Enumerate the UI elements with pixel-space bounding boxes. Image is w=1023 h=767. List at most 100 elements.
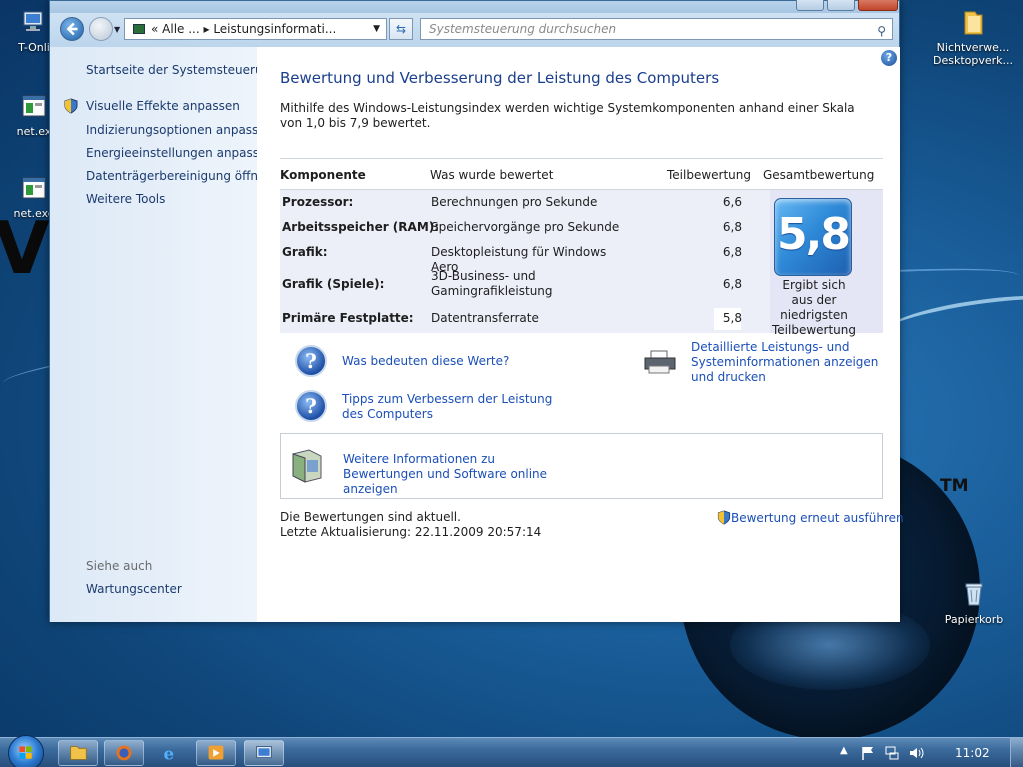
media-player-icon (208, 745, 224, 760)
see-also-heading: Siehe auch (86, 559, 153, 573)
score-table: Komponente Was wurde bewertet Teilbewert… (280, 158, 883, 337)
sidebar-item-indizierungsoptionen[interactable]: Indizierungsoptionen anpassen (86, 123, 273, 137)
component-description: Datentransferrate (431, 311, 539, 325)
taskbar-control-panel-button[interactable] (244, 740, 284, 766)
address-row: ▼ « Alle ... ▸ Leistungsinformati... ▼ ⇆… (50, 13, 899, 47)
component-name: Grafik: (282, 245, 328, 259)
component-description: 3D-Business- und Gamingrafikleistung (431, 269, 553, 298)
col-header-teilbewertung: Teilbewertung (667, 168, 752, 182)
component-score: 6,6 (722, 195, 742, 209)
link-what-values-mean[interactable]: Was bedeuten diese Werte? (342, 354, 509, 369)
link-detailed-info[interactable]: Detaillierte Leistungs- und Systeminform… (691, 340, 891, 385)
intro-text: Mithilfe des Windows-Leistungsindex werd… (280, 101, 855, 130)
status-line-2: Letzte Aktualisierung: 22.11.2009 20:57:… (280, 525, 542, 539)
component-description: Berechnungen pro Sekunde (431, 195, 598, 209)
address-bar[interactable]: « Alle ... ▸ Leistungsinformati... ▼ (124, 18, 387, 40)
uac-shield-icon (64, 98, 78, 114)
network-computer-icon (23, 11, 43, 31)
network-icon[interactable] (884, 745, 900, 761)
desktop-icon-label: Papierkorb (944, 613, 1004, 626)
component-score: 6,8 (722, 220, 742, 234)
firefox-icon (116, 745, 132, 761)
control-panel-icon (133, 24, 145, 34)
base-score-value: 5,8 (777, 209, 851, 260)
close-button[interactable] (858, 0, 898, 11)
history-dropdown-icon[interactable]: ▼ (114, 25, 120, 34)
exe-window-icon (22, 95, 46, 117)
sidebar: Startseite der Systemsteuerung Visuelle … (50, 47, 278, 622)
component-name: Prozessor: (282, 195, 354, 209)
sidebar-item-energieeinstellungen[interactable]: Energieeinstellungen anpassen (86, 146, 274, 160)
taskbar-explorer-button[interactable] (58, 740, 98, 766)
component-score: 6,8 (722, 277, 742, 291)
back-button[interactable] (60, 17, 84, 41)
base-score-badge: 5,8 (774, 198, 852, 276)
address-path: « Alle ... ▸ Leistungsinformati... (151, 22, 337, 36)
folder-icon (70, 746, 87, 760)
software-box-icon (292, 449, 322, 483)
rerun-label: Bewertung erneut ausführen (731, 511, 904, 525)
desktop-icon-folder[interactable]: Nichtverwe... Desktopverk... (933, 8, 1013, 67)
col-header-gesamtbewertung: Gesamtbewertung (763, 168, 875, 182)
sidebar-item-datentraegerbereinigung[interactable]: Datenträgerbereinigung öffnen (86, 169, 273, 183)
sidebar-item-startseite[interactable]: Startseite der Systemsteuerung (86, 63, 278, 77)
desktop-icon-label: Nichtverwe... Desktopverk... (933, 41, 1014, 67)
svg-text:e: e (164, 743, 175, 763)
control-panel-icon (256, 746, 272, 759)
window-titlebar[interactable] (50, 0, 899, 13)
component-score: 5,8 (722, 311, 742, 325)
maximize-button[interactable] (827, 0, 855, 11)
printer-icon (644, 350, 676, 374)
more-info-box: Weitere Informationen zu Bewertungen und… (280, 433, 883, 499)
taskbar-firefox-button[interactable] (104, 740, 144, 766)
search-icon[interactable]: ⚲ (877, 21, 886, 41)
col-header-komponente: Komponente (280, 168, 366, 182)
sidebar-item-visuelle-effekte[interactable]: Visuelle Effekte anpassen (86, 99, 240, 113)
page-title: Bewertung und Verbesserung der Leistung … (280, 69, 720, 87)
component-description: Speichervorgänge pro Sekunde (431, 220, 620, 234)
taskbar: e ▲ 11:02 (0, 735, 1023, 767)
refresh-button[interactable]: ⇆ (389, 18, 413, 40)
desktop-icon-recycle-bin[interactable]: Papierkorb (934, 580, 1014, 626)
show-desktop-button[interactable] (1010, 738, 1023, 767)
rerun-assessment-link[interactable]: Bewertung erneut ausführen (717, 510, 904, 525)
help-icon[interactable]: ? (881, 50, 897, 66)
address-dropdown-icon[interactable]: ▼ (373, 19, 380, 39)
table-header: Komponente Was wurde bewertet Teilbewert… (280, 158, 883, 190)
component-name: Arbeitsspeicher (RAM): (282, 220, 440, 234)
table-body: Prozessor: Berechnungen pro Sekunde 6,6 … (280, 190, 883, 337)
component-name: Primäre Festplatte: (282, 311, 414, 325)
base-score-note: Ergibt sich aus der niedrigsten Teilbewe… (771, 278, 856, 337)
show-hidden-icons-icon[interactable]: ▲ (840, 745, 848, 756)
question-icon: ? (295, 345, 327, 377)
search-placeholder: Systemsteuerung durchsuchen (429, 22, 617, 36)
taskbar-ie-button[interactable]: e (150, 740, 190, 766)
question-icon: ? (295, 390, 327, 422)
start-button[interactable] (8, 735, 44, 767)
forward-button[interactable] (89, 17, 113, 41)
minimize-button[interactable] (796, 0, 824, 11)
exe-window-icon (22, 177, 46, 199)
arrow-left-icon (66, 22, 78, 36)
internet-explorer-icon: e (164, 743, 175, 763)
component-score: 6,8 (722, 245, 742, 259)
link-more-info[interactable]: Weitere Informationen zu Bewertungen und… (343, 452, 573, 497)
control-panel-window: ▼ « Alle ... ▸ Leistungsinformati... ▼ ⇆… (49, 0, 904, 622)
base-score-panel: 5,8 Ergibt sich aus der niedrigsten Teil… (770, 190, 883, 337)
desktop-tm-mark: TM (940, 476, 969, 496)
taskbar-media-player-button[interactable] (196, 740, 236, 766)
taskbar-clock[interactable]: 11:02 (955, 746, 990, 760)
component-name: Grafik (Spiele): (282, 277, 385, 291)
sidebar-item-weitere-tools[interactable]: Weitere Tools (86, 192, 165, 206)
uac-shield-icon (717, 510, 731, 525)
status-line-1: Die Bewertungen sind aktuell. (280, 510, 461, 524)
search-input[interactable]: Systemsteuerung durchsuchen ⚲ (420, 18, 893, 40)
volume-icon[interactable] (908, 745, 926, 761)
action-center-flag-icon[interactable] (860, 745, 876, 761)
windows-logo-icon (19, 746, 32, 759)
recycle-bin-icon (965, 583, 983, 606)
link-tips[interactable]: Tipps zum Verbessern der Leistung des Co… (342, 392, 572, 422)
main-content: ? Bewertung und Verbesserung der Leistun… (257, 47, 904, 622)
sidebar-item-wartungscenter[interactable]: Wartungscenter (86, 582, 182, 596)
status-text: Die Bewertungen sind aktuell. Letzte Akt… (280, 510, 541, 540)
